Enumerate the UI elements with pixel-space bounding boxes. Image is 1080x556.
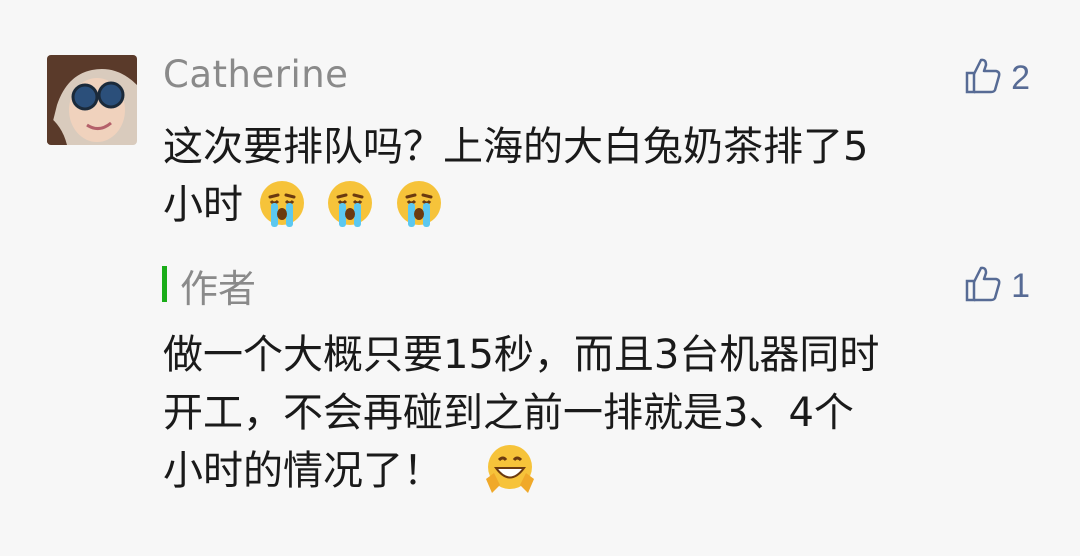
comment-text-segment: 小时 <box>163 182 243 228</box>
comment-text-line: 这次要排队吗？上海的大白兔奶茶排了5 <box>163 124 869 170</box>
thumbs-up-icon <box>963 264 1003 308</box>
comment-like-button[interactable]: 2 <box>963 56 1030 100</box>
reply-text-line: 开工，不会再碰到之前一排就是3、4个 <box>163 390 854 436</box>
crying-emoji-icon <box>393 177 445 229</box>
comment-text-line: 小时 <box>163 176 1033 234</box>
reply-text: 做一个大概只要15秒，而且3台机器同时 开工，不会再碰到之前一排就是3、4个 小… <box>163 326 1033 500</box>
reply-like-count: 1 <box>1011 266 1030 305</box>
avatar-image <box>47 55 137 145</box>
crying-emoji-icon <box>256 177 308 229</box>
crying-emoji-icon <box>324 177 376 229</box>
reply-like-button[interactable]: 1 <box>963 264 1030 308</box>
grinning-hands-emoji-icon <box>484 443 536 495</box>
comment-like-count: 2 <box>1011 58 1030 97</box>
reply-text-line: 做一个大概只要15秒，而且3台机器同时 <box>163 332 880 378</box>
reply-text-segment: 小时的情况了！ <box>163 448 443 494</box>
reply-indicator-bar <box>162 266 167 302</box>
comment-username: Catherine <box>163 53 349 96</box>
thumbs-up-icon <box>963 56 1003 100</box>
comment-text: 这次要排队吗？上海的大白兔奶茶排了5 小时 <box>163 118 1033 234</box>
avatar[interactable] <box>47 55 137 145</box>
reply-author-label: 作者 <box>180 267 257 311</box>
reply-text-line: 小时的情况了！ <box>163 442 1033 500</box>
